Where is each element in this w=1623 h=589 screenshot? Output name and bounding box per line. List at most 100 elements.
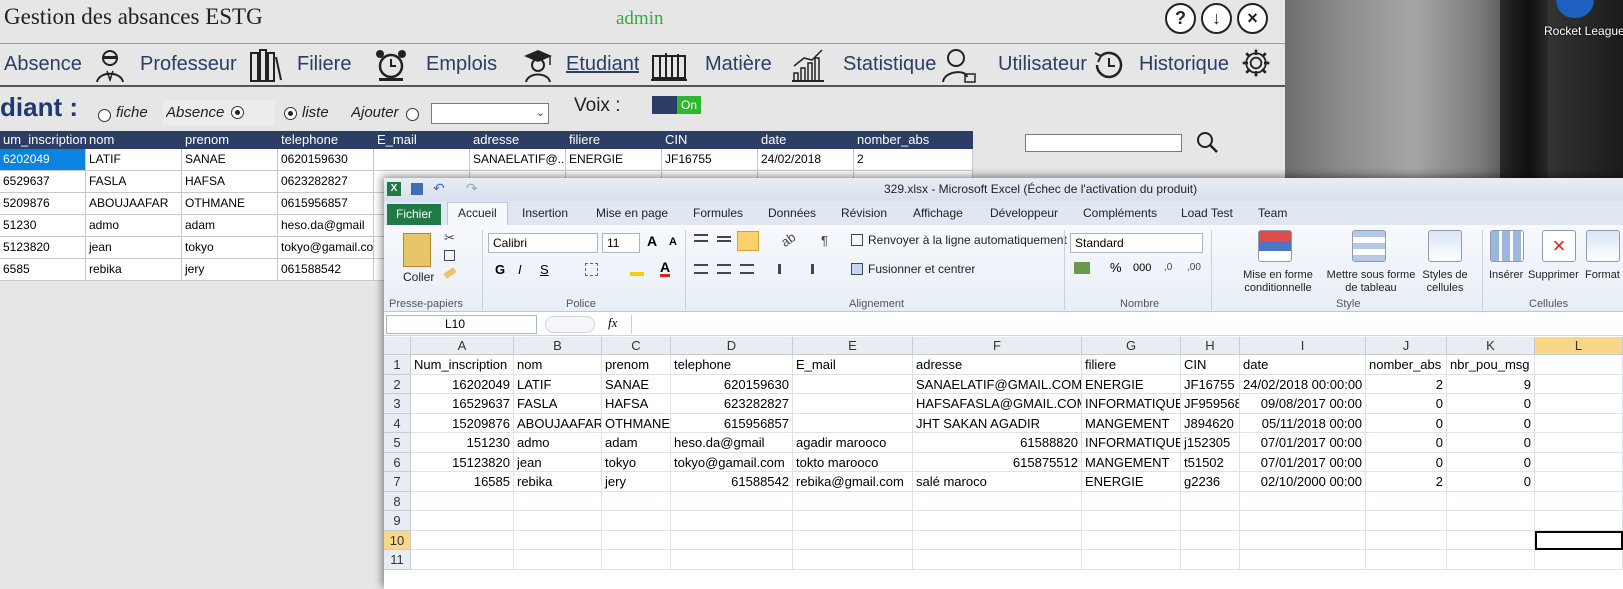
sheet-cell[interactable]: J894620 bbox=[1181, 413, 1240, 433]
sheet-cell[interactable] bbox=[514, 511, 602, 531]
nav-statistique[interactable]: Statistique bbox=[843, 53, 936, 76]
select-all-corner[interactable] bbox=[384, 337, 411, 355]
sheet-cell[interactable]: 02/10/2000 00:00 bbox=[1240, 472, 1366, 492]
nav-absence[interactable]: Absence bbox=[4, 53, 82, 76]
decrease-indent-icon[interactable] bbox=[778, 264, 792, 274]
sheet-cell[interactable]: JF959568 bbox=[1181, 394, 1240, 414]
grid-cell[interactable]: 6529637 bbox=[0, 171, 86, 192]
sheet-cell[interactable]: filiere bbox=[1082, 355, 1181, 375]
sheet-cell[interactable] bbox=[1082, 550, 1181, 570]
nav-filiere[interactable]: Filiere bbox=[297, 53, 351, 76]
format-as-table-button[interactable]: Mettre sous forme de tableau bbox=[1326, 269, 1416, 295]
sheet-cell[interactable] bbox=[1240, 491, 1366, 511]
sheet-cell[interactable]: 0 bbox=[1366, 394, 1447, 414]
spreadsheet-grid[interactable]: A B C D E F G H I J K L 1 Num_inscription nom prenom tel… bbox=[384, 337, 1623, 589]
fill-color-icon[interactable] bbox=[630, 264, 644, 276]
sheet-cell[interactable]: LATIF bbox=[514, 374, 602, 394]
tab-insertion[interactable]: Insertion bbox=[522, 206, 568, 220]
sheet-cell[interactable]: FASLA bbox=[514, 394, 602, 414]
grid-cell[interactable]: jean bbox=[86, 237, 182, 258]
grid-cell[interactable]: SANAELATIF@... bbox=[470, 149, 566, 170]
sheet-cell[interactable]: SANAELATIF@GMAIL.COM bbox=[913, 374, 1082, 394]
sheet-cell[interactable]: 0 bbox=[1447, 452, 1535, 472]
sheet-cell[interactable]: 0 bbox=[1447, 433, 1535, 453]
sheet-cell[interactable]: 61588542 bbox=[671, 472, 793, 492]
column-header[interactable]: I bbox=[1240, 337, 1366, 355]
paste-button[interactable]: Coller bbox=[403, 270, 434, 284]
liste-radio[interactable] bbox=[284, 107, 297, 120]
sheet-cell[interactable]: OTHMANE bbox=[602, 413, 671, 433]
sheet-cell[interactable]: HAFSA bbox=[602, 394, 671, 414]
sheet-cell[interactable] bbox=[1447, 550, 1535, 570]
sheet-cell[interactable]: admo bbox=[514, 433, 602, 453]
sheet-cell[interactable]: 16585 bbox=[411, 472, 514, 492]
tab-team[interactable]: Team bbox=[1258, 206, 1287, 220]
sheet-cell[interactable] bbox=[1366, 491, 1447, 511]
sheet-cell[interactable] bbox=[913, 491, 1082, 511]
sheet-cell[interactable]: 2 bbox=[1366, 374, 1447, 394]
sheet-cell[interactable]: tokyo bbox=[602, 452, 671, 472]
paste-icon[interactable] bbox=[403, 233, 431, 267]
sheet-cell[interactable] bbox=[411, 511, 514, 531]
row-header[interactable]: 10 bbox=[384, 530, 411, 550]
search-icon[interactable] bbox=[1195, 130, 1219, 154]
filter-dropdown[interactable]: ⌄ bbox=[431, 103, 549, 124]
grid-cell[interactable]: jery bbox=[182, 259, 278, 280]
shrink-font-icon[interactable]: A bbox=[669, 236, 677, 248]
grid-column-header[interactable]: telephone bbox=[278, 131, 374, 149]
grid-cell[interactable]: 24/02/2018 bbox=[758, 149, 854, 170]
sheet-cell[interactable]: 0 bbox=[1366, 413, 1447, 433]
sheet-cell[interactable] bbox=[1535, 355, 1623, 375]
absence-radio[interactable] bbox=[231, 106, 244, 119]
grid-cell[interactable]: HAFSA bbox=[182, 171, 278, 192]
grid-column-header[interactable]: filiere bbox=[566, 131, 662, 149]
sheet-cell[interactable] bbox=[793, 550, 913, 570]
sheet-cell[interactable]: Num_inscription bbox=[411, 355, 514, 375]
sheet-cell[interactable] bbox=[411, 491, 514, 511]
sheet-cell[interactable]: jery bbox=[602, 472, 671, 492]
sheet-cell[interactable] bbox=[793, 511, 913, 531]
align-left-icon[interactable] bbox=[694, 264, 708, 274]
grid-cell[interactable]: heso.da@gmail bbox=[278, 215, 374, 236]
sheet-cell[interactable]: tokyo@gamail.com bbox=[671, 452, 793, 472]
grid-cell[interactable]: adam bbox=[182, 215, 278, 236]
sheet-cell[interactable]: INFORMATIQUE bbox=[1082, 394, 1181, 414]
column-header[interactable]: C bbox=[602, 337, 671, 355]
grid-cell[interactable]: OTHMANE bbox=[182, 193, 278, 214]
sheet-cell[interactable] bbox=[1535, 511, 1623, 531]
grid-cell[interactable]: ENERGIE bbox=[566, 149, 662, 170]
sheet-cell[interactable]: JF16755 bbox=[1181, 374, 1240, 394]
font-name-select[interactable]: Calibri bbox=[488, 233, 598, 253]
font-size-select[interactable]: 11 bbox=[602, 233, 640, 253]
sheet-cell[interactable]: salé maroco bbox=[913, 472, 1082, 492]
download-button[interactable]: ↓ bbox=[1201, 3, 1232, 34]
grid-cell[interactable]: 0623282827 bbox=[278, 171, 374, 192]
sheet-cell[interactable]: 620159630 bbox=[671, 374, 793, 394]
sheet-cell[interactable] bbox=[1447, 530, 1535, 550]
help-button[interactable]: ? bbox=[1165, 3, 1196, 34]
gear-icon[interactable] bbox=[1240, 47, 1272, 79]
cut-icon[interactable]: ✂ bbox=[444, 230, 455, 246]
sheet-cell[interactable]: nom bbox=[514, 355, 602, 375]
sheet-cell[interactable]: adam bbox=[602, 433, 671, 453]
sheet-cell[interactable] bbox=[793, 491, 913, 511]
copy-icon[interactable] bbox=[444, 250, 455, 261]
column-header[interactable]: A bbox=[411, 337, 514, 355]
voix-toggle[interactable]: On bbox=[652, 96, 701, 114]
sheet-cell[interactable]: g2236 bbox=[1181, 472, 1240, 492]
rocket-league-label[interactable]: Rocket League bbox=[1544, 24, 1623, 38]
grid-cell[interactable]: ABOUJAAFAR bbox=[86, 193, 182, 214]
sheet-cell[interactable]: ENERGIE bbox=[1082, 472, 1181, 492]
tab-load-test[interactable]: Load Test bbox=[1181, 206, 1233, 220]
sheet-cell[interactable]: 16529637 bbox=[411, 394, 514, 414]
grid-cell[interactable]: tokyo bbox=[182, 237, 278, 258]
sheet-cell[interactable] bbox=[411, 550, 514, 570]
sheet-cell[interactable] bbox=[793, 394, 913, 414]
grid-column-header[interactable]: date bbox=[758, 131, 854, 149]
grid-column-header[interactable]: E_mail bbox=[374, 131, 470, 149]
sheet-cell[interactable]: adresse bbox=[913, 355, 1082, 375]
increase-indent-icon[interactable] bbox=[800, 264, 814, 274]
sheet-cell[interactable]: telephone bbox=[671, 355, 793, 375]
nav-matiere[interactable]: Matière bbox=[705, 53, 772, 76]
sheet-cell[interactable] bbox=[1535, 374, 1623, 394]
